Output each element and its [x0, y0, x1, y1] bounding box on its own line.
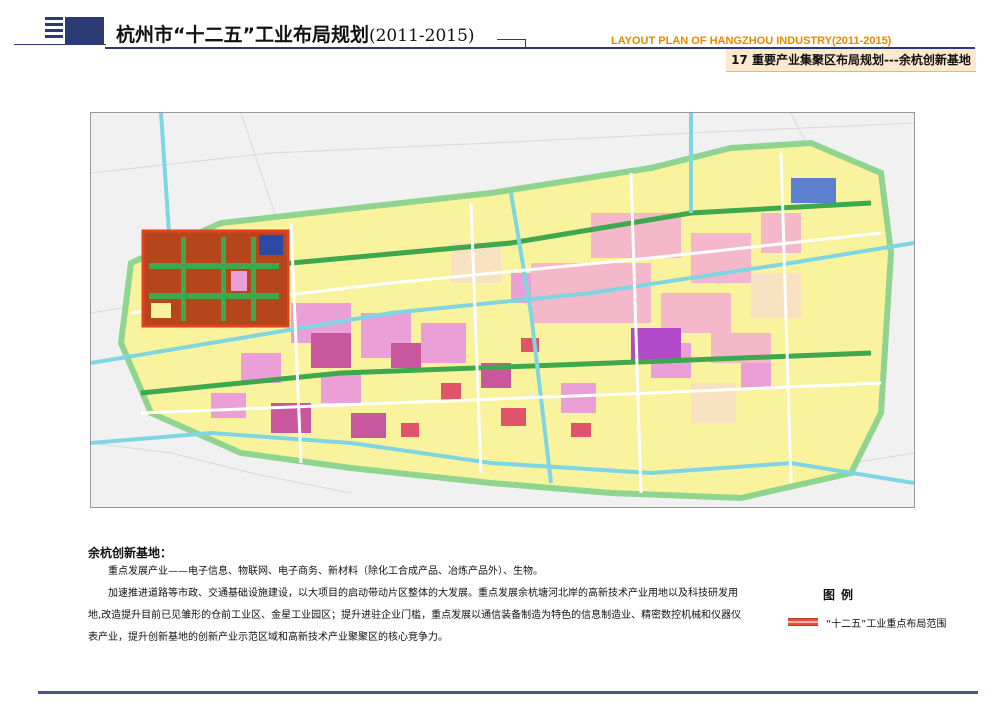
land-use-map [90, 112, 915, 508]
page-title: 杭州市“十二五”工业布局规划(2011-2015) [116, 20, 475, 47]
page-title-en: LAYOUT PLAN OF HANGZHOU INDUSTRY(2011-20… [611, 35, 892, 47]
industry-paragraph-text: 重点发展产业——电子信息、物联网、电子商务、新材料（除化工合成产品、冶炼产品外）… [108, 566, 543, 577]
logo-square [65, 17, 104, 45]
development-paragraph-text: 加速推进道路等市政、交通基础设施建设，以大项目的启动带动片区整体的大发展。重点发… [88, 588, 742, 643]
legend-label: “十二五”工业重点布局范围 [826, 619, 947, 630]
page-subtitle: 17 重要产业集聚区布局规划---余杭创新基地 [726, 49, 976, 72]
map-svg [91, 113, 914, 507]
legend-title: 图例 [823, 588, 860, 602]
development-paragraph: 加速推进道路等市政、交通基础设施建设，以大项目的启动带动片区整体的大发展。重点发… [88, 583, 748, 649]
header-left-rule [14, 44, 106, 45]
section-heading: 余杭创新基地： [88, 546, 173, 560]
industry-paragraph: 重点发展产业——电子信息、物联网、电子商务、新材料（除化工合成产品、冶炼产品外）… [88, 561, 748, 583]
page-title-text: 杭州市“十二五”工业布局规划 [116, 24, 369, 46]
logo-bars [45, 17, 63, 45]
footer-rule [38, 691, 978, 694]
legend-swatch [788, 618, 818, 626]
header-deco-line [497, 39, 525, 40]
page-title-years: (2011-2015) [368, 26, 475, 46]
